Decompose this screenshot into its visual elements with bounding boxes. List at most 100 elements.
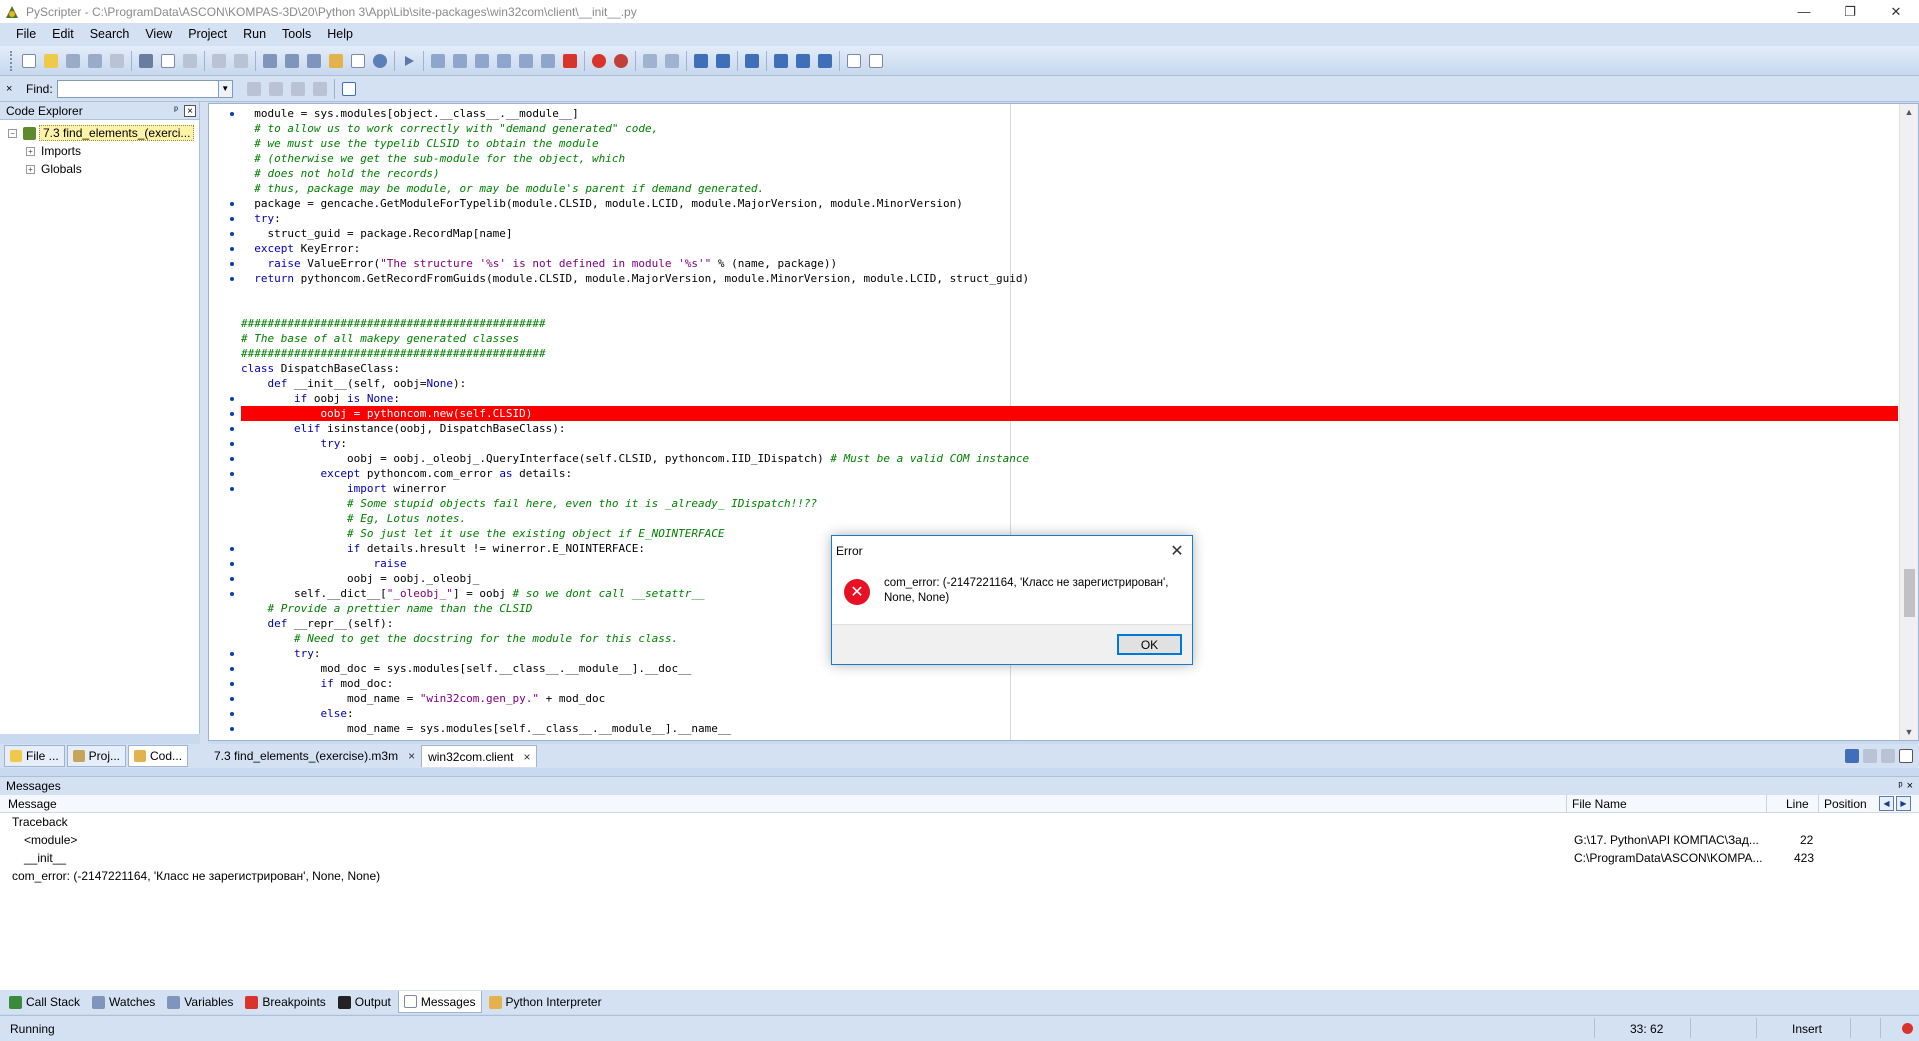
column-message[interactable]: Message: [8, 797, 57, 811]
pause-button[interactable]: [537, 50, 559, 72]
executable-line-marker[interactable]: [230, 562, 234, 566]
collapse-icon[interactable]: −: [8, 128, 17, 138]
menu-help[interactable]: Help: [319, 23, 361, 46]
find-prev-button[interactable]: [243, 78, 265, 100]
executable-line-marker[interactable]: [230, 262, 234, 266]
code-line[interactable]: # Eg, Lotus notes.: [241, 511, 1898, 526]
tab-output[interactable]: Output: [333, 991, 396, 1013]
tree-item-imports[interactable]: + Imports: [0, 142, 199, 160]
expand-icon[interactable]: +: [26, 146, 35, 156]
dialog-close-button[interactable]: ✕: [1162, 536, 1192, 566]
code-line[interactable]: try:: [241, 436, 1898, 451]
menu-project[interactable]: Project: [180, 23, 235, 46]
scroll-down-icon[interactable]: ▼: [1900, 724, 1918, 740]
menu-run[interactable]: Run: [235, 23, 274, 46]
toggle-breakpoint-button[interactable]: [588, 50, 610, 72]
menu-tools[interactable]: Tools: [274, 23, 319, 46]
executable-line-marker[interactable]: [230, 727, 234, 731]
code-line[interactable]: def __init__(self, oobj=None):: [241, 376, 1898, 391]
tab-messages[interactable]: Messages: [397, 991, 482, 1013]
code-line[interactable]: ########################################…: [241, 346, 1898, 361]
code-line[interactable]: if mod_doc:: [241, 676, 1898, 691]
split-editor-icon[interactable]: [1863, 749, 1877, 763]
vertical-splitter[interactable]: [200, 102, 208, 768]
code-line[interactable]: raise ValueError("The structure '%s' is …: [241, 256, 1898, 271]
code-line[interactable]: else:: [241, 706, 1898, 721]
executable-line-marker[interactable]: [230, 217, 234, 221]
find-input[interactable]: [56, 79, 219, 98]
maximize-button[interactable]: ❐: [1827, 0, 1873, 23]
close-editor-icon[interactable]: [1899, 749, 1913, 763]
line-numbers-button[interactable]: [770, 50, 792, 72]
column-file-name[interactable]: File Name: [1572, 797, 1627, 811]
column-line[interactable]: Line: [1786, 797, 1809, 811]
code-line[interactable]: ########################################…: [241, 316, 1898, 331]
scroll-right-button[interactable]: ▶: [1896, 796, 1911, 811]
executable-line-marker[interactable]: [230, 277, 234, 281]
menu-edit[interactable]: Edit: [44, 23, 82, 46]
menu-view[interactable]: View: [137, 23, 180, 46]
code-line[interactable]: # The base of all makepy generated class…: [241, 331, 1898, 346]
tab-call-stack[interactable]: Call Stack: [4, 991, 85, 1013]
tab-watches[interactable]: Watches: [87, 991, 160, 1013]
highlight-button[interactable]: [287, 78, 309, 100]
find-dropdown-arrow[interactable]: ▼: [218, 79, 233, 98]
menu-search[interactable]: Search: [82, 23, 138, 46]
executable-line-marker[interactable]: [230, 577, 234, 581]
executable-line-marker[interactable]: [230, 712, 234, 716]
scroll-up-icon[interactable]: ▲: [1900, 104, 1918, 120]
comment-button[interactable]: [741, 50, 763, 72]
executable-line-marker[interactable]: [230, 472, 234, 476]
code-line[interactable]: mod_name = sys.modules[self.__class__.__…: [241, 721, 1898, 736]
executable-line-marker[interactable]: [230, 427, 234, 431]
find-options-button[interactable]: [309, 78, 331, 100]
executable-line-marker[interactable]: [230, 202, 234, 206]
tab-breakpoints[interactable]: Breakpoints: [240, 991, 330, 1013]
word-wrap-button[interactable]: [792, 50, 814, 72]
executable-line-marker[interactable]: [230, 232, 234, 236]
tab-python-interpreter[interactable]: Python Interpreter: [484, 991, 607, 1013]
code-line[interactable]: mod_name = "win32com.gen_py." + mod_doc: [241, 691, 1898, 706]
code-line[interactable]: return pythoncom.GetRecordFromGuids(modu…: [241, 271, 1898, 286]
step-over-button[interactable]: [493, 50, 515, 72]
scroll-left-button[interactable]: ◀: [1879, 796, 1894, 811]
code-line[interactable]: [241, 301, 1898, 316]
code-line[interactable]: elif isinstance(oobj, DispatchBaseClass)…: [241, 421, 1898, 436]
minimize-button[interactable]: —: [1781, 0, 1827, 23]
tab-file-explorer[interactable]: File ...: [4, 745, 65, 767]
close-tab-icon[interactable]: ×: [408, 749, 415, 763]
back-button[interactable]: [639, 50, 661, 72]
step-into-button[interactable]: [471, 50, 493, 72]
code-line[interactable]: # thus, package may be module, or may be…: [241, 181, 1898, 196]
executable-line-marker[interactable]: [230, 112, 234, 116]
undo-button[interactable]: [208, 50, 230, 72]
tab-list-icon[interactable]: [1845, 749, 1859, 763]
tab-variables[interactable]: Variables: [162, 991, 238, 1013]
code-line[interactable]: package = gencache.GetModuleForTypelib(m…: [241, 196, 1898, 211]
executable-line-marker[interactable]: [230, 667, 234, 671]
toolbar-grip[interactable]: [10, 50, 14, 71]
tree-item-globals[interactable]: + Globals: [0, 160, 199, 178]
find-button[interactable]: [259, 50, 281, 72]
executable-line-marker[interactable]: [230, 412, 234, 416]
close-tab-icon[interactable]: ×: [523, 750, 530, 764]
message-row[interactable]: Traceback: [0, 813, 1919, 831]
cut-button[interactable]: [135, 50, 157, 72]
find-next-button[interactable]: [281, 50, 303, 72]
scroll-thumb[interactable]: [1904, 569, 1915, 617]
split-view-button[interactable]: [865, 50, 887, 72]
run-to-cursor-button[interactable]: [449, 50, 471, 72]
open-file-button[interactable]: [40, 50, 62, 72]
executable-line-marker[interactable]: [230, 457, 234, 461]
tab-project-explorer[interactable]: Proj...: [66, 745, 127, 767]
executable-line-marker[interactable]: [230, 487, 234, 491]
menu-file[interactable]: File: [8, 23, 44, 46]
executable-line-marker[interactable]: [230, 442, 234, 446]
debug-button[interactable]: [427, 50, 449, 72]
executable-line-marker[interactable]: [230, 697, 234, 701]
new-file-button[interactable]: [18, 50, 40, 72]
clear-breakpoints-button[interactable]: [610, 50, 632, 72]
window-button[interactable]: [347, 50, 369, 72]
tab-code-explorer[interactable]: Cod...: [128, 745, 189, 767]
tab-file-m3m[interactable]: 7.3 find_elements_(exercise).m3m ×: [208, 745, 421, 767]
